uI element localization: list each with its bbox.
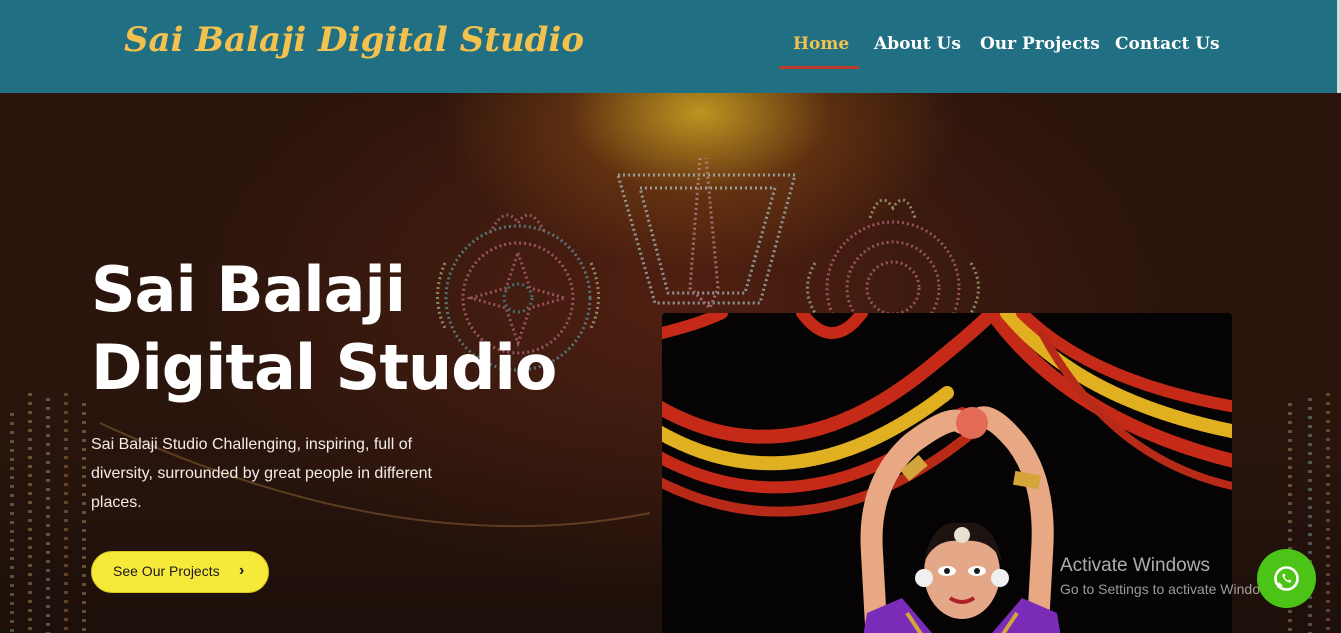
nav-our-projects[interactable]: Our Projects [980,34,1100,54]
site-header: Sai Balaji Digital Studio Home About Us … [0,0,1341,93]
chevron-right-icon: › [239,562,245,579]
cta-label: See Our Projects [113,563,220,579]
nav-contact-us[interactable]: Contact Us [1115,34,1220,54]
hero-title-line-2: Digital Studio [91,331,557,404]
hero-title: Sai Balaji Digital Studio [91,251,611,407]
hero-description: Sai Balaji Studio Challenging, inspiring… [91,436,432,511]
see-our-projects-button[interactable]: See Our Projects › [91,551,269,593]
activate-windows-title: Activate Windows [1060,555,1210,576]
whatsapp-button[interactable] [1257,549,1316,608]
nav-about-us[interactable]: About Us [874,34,961,54]
nav-home[interactable]: Home [793,34,849,54]
hero-section: Sai Balaji Digital Studio Sai Balaji Stu… [0,93,1341,633]
whatsapp-icon [1274,566,1299,591]
activate-windows-subtitle: Go to Settings to activate Windows. [1060,581,1281,597]
hero-title-line-1: Sai Balaji [91,253,406,326]
active-nav-indicator [779,66,859,69]
main-nav: Home About Us Our Projects Contact Us [0,34,1341,64]
